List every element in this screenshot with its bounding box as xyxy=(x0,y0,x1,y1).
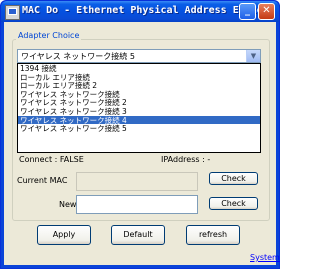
window-title: MAC Do - Ethernet Physical Address Edite… xyxy=(22,5,269,16)
current-mac-check-button[interactable]: Check xyxy=(209,172,258,185)
app-window: MAC Do - Ethernet Physical Address Edite… xyxy=(0,0,280,269)
adapter-selected-value: ワイヤレス ネットワーク接続 5 xyxy=(21,52,135,61)
chevron-down-icon[interactable]: ▼ xyxy=(246,50,260,62)
system-link[interactable]: System xyxy=(250,253,280,262)
connect-status: Connect : FALSE xyxy=(19,155,84,164)
dropdown-option-highlighted[interactable]: ワイヤレス ネットワーク接続 4 xyxy=(18,115,260,125)
minimize-button[interactable]: _ xyxy=(239,3,256,20)
ip-address-status: IPAddress : - xyxy=(161,155,211,164)
app-icon xyxy=(5,5,20,20)
new-mac-field[interactable] xyxy=(76,195,198,214)
current-mac-field xyxy=(76,172,198,191)
dropdown-option[interactable]: ワイヤレス ネットワーク接続 5 xyxy=(18,124,260,132)
new-mac-check-button[interactable]: Check xyxy=(209,197,258,210)
dropdown-option[interactable]: ワイヤレス ネットワーク接続 3 xyxy=(18,107,260,115)
dropdown-option[interactable]: ワイヤレス ネットワーク接続 xyxy=(18,90,260,98)
refresh-button[interactable]: refresh xyxy=(186,225,240,245)
adapter-combobox[interactable]: ワイヤレス ネットワーク接続 5 ▼ xyxy=(17,49,261,63)
adapter-group-label: Adapter Choice xyxy=(16,31,82,40)
client-area: Adapter Choice ワイヤレス ネットワーク接続 5 ▼ 1394 接… xyxy=(4,22,280,265)
current-mac-label: Current MAC xyxy=(17,176,68,185)
apply-button[interactable]: Apply xyxy=(37,225,91,245)
close-button[interactable]: ✕ xyxy=(258,3,275,20)
default-button[interactable]: Default xyxy=(111,225,165,245)
dropdown-option[interactable]: ワイヤレス ネットワーク接続 2 xyxy=(18,98,260,107)
dropdown-option[interactable]: ローカル エリア接続 xyxy=(18,73,260,81)
dropdown-option[interactable]: ローカル エリア接続 2 xyxy=(18,81,260,89)
dropdown-option[interactable]: 1394 接続 xyxy=(18,64,260,72)
title-bar[interactable]: MAC Do - Ethernet Physical Address Edite… xyxy=(1,1,279,22)
adapter-dropdown-list[interactable]: 1394 接続 ローカル エリア接続 ローカル エリア接続 2 ワイヤレス ネッ… xyxy=(17,63,261,153)
